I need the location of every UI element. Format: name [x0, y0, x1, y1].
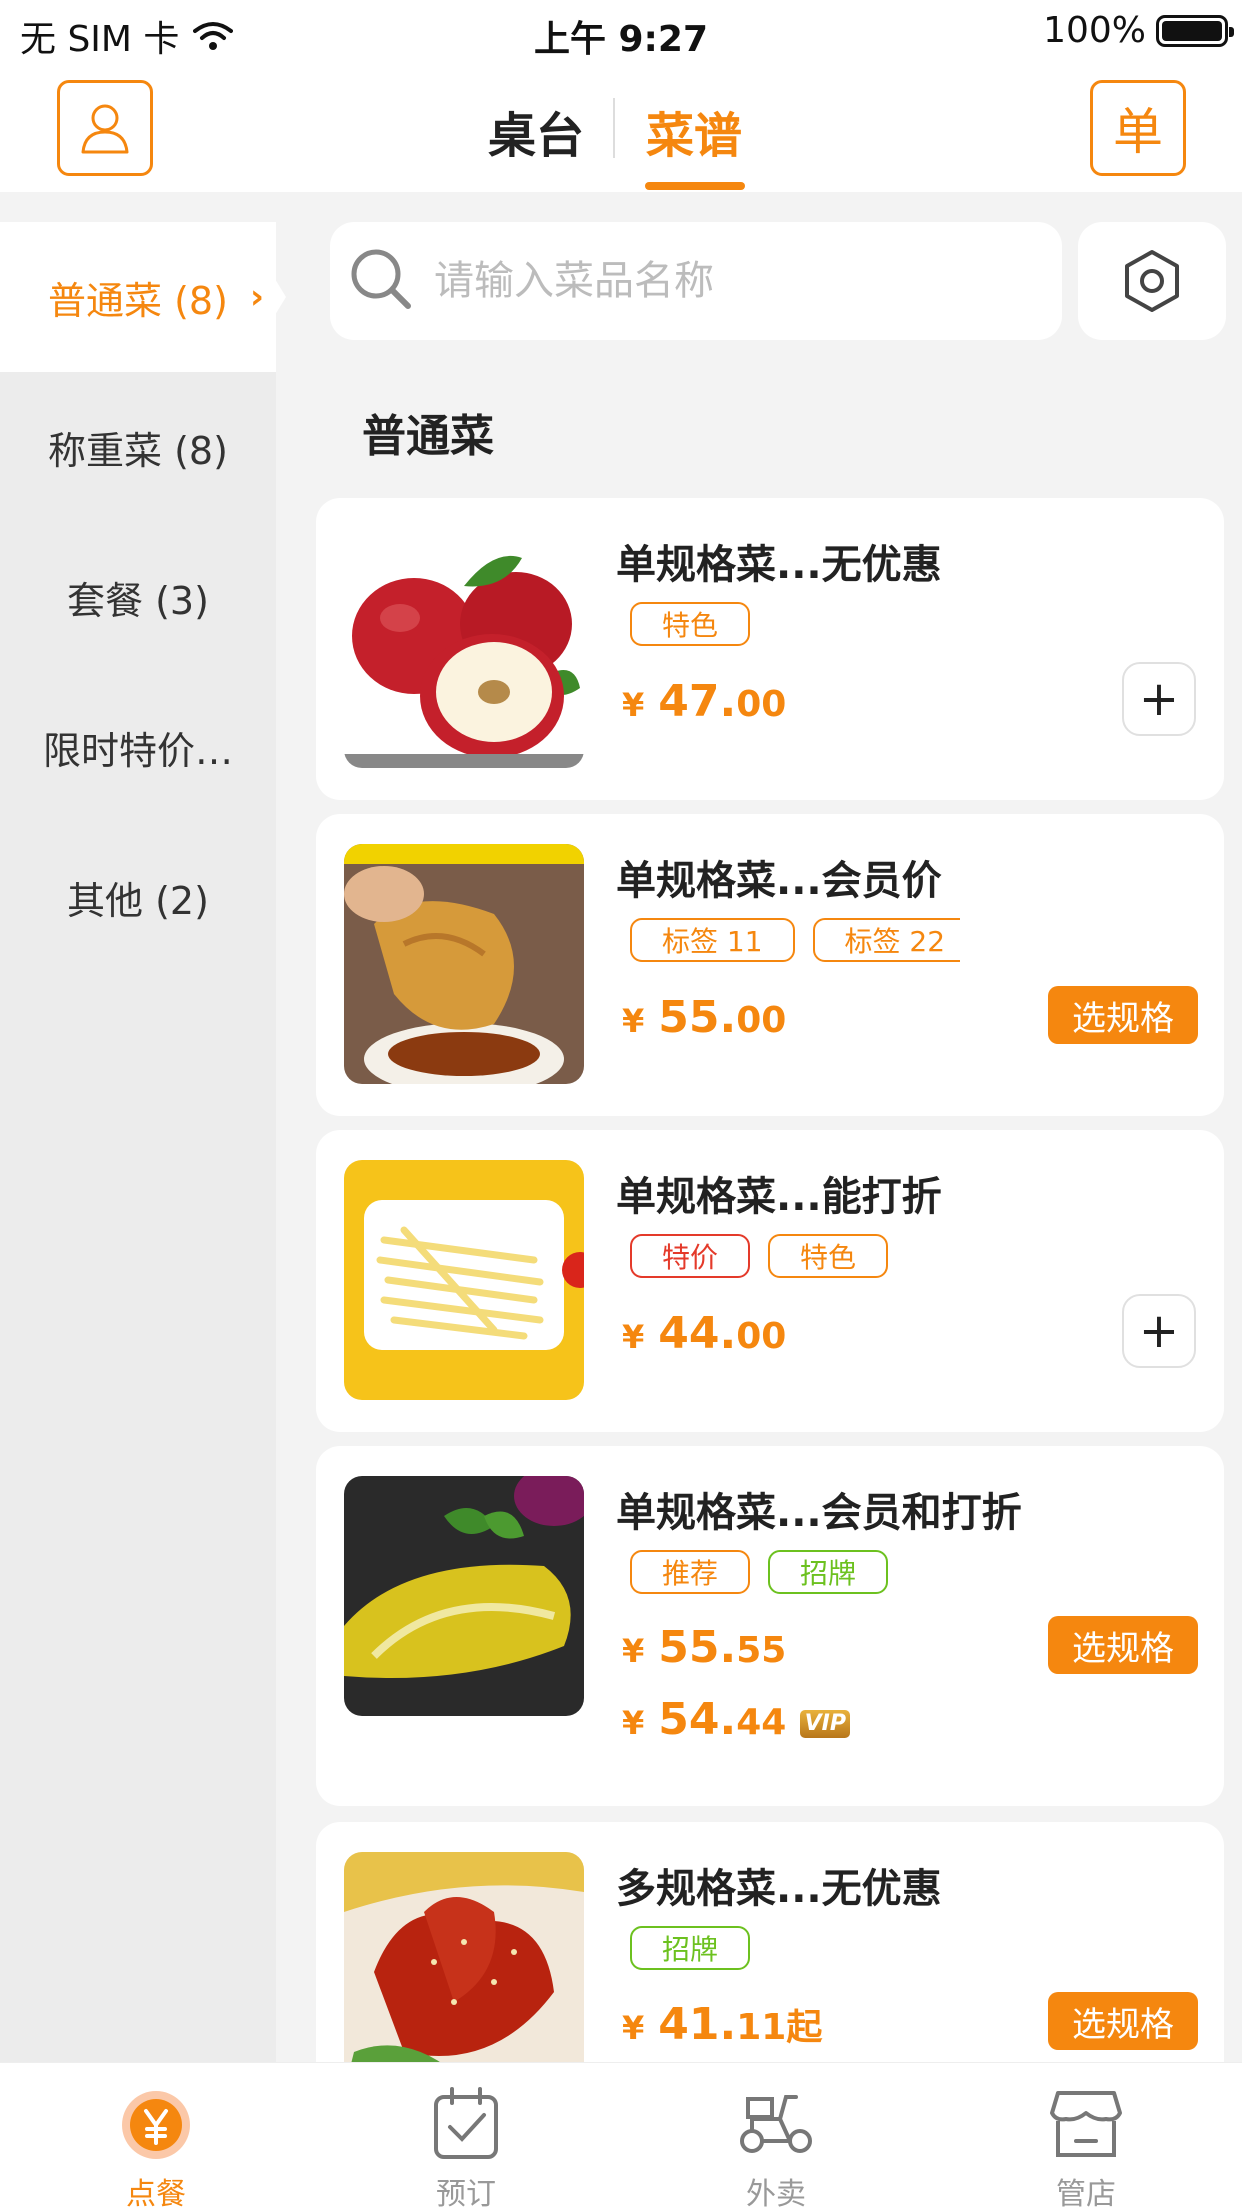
dish-tag: 标签 11	[630, 918, 795, 962]
tabbar-label: 管店	[1056, 2177, 1116, 2208]
tab-menu[interactable]: 菜谱	[646, 96, 742, 166]
select-spec-button[interactable]: 选规格	[1048, 1616, 1198, 1674]
yen-icon	[122, 2091, 190, 2159]
search-bar	[330, 222, 1062, 340]
top-nav: 桌台 菜谱 单	[0, 62, 1242, 192]
vip-badge-icon: VIP	[800, 1710, 851, 1738]
dish-price: ¥44.00	[622, 1308, 787, 1359]
category-item-other[interactable]: 其他 (2)	[0, 822, 276, 972]
tabbar-label: 预订	[436, 2177, 496, 2208]
dish-image-fries	[344, 1160, 584, 1400]
dish-tags: 特色	[630, 602, 960, 646]
category-item-set-meal[interactable]: 套餐 (3)	[0, 522, 276, 672]
dish-card[interactable]: 单规格菜...无优惠 特色 ¥47.00 +	[316, 498, 1224, 800]
dish-tags: 特价 特色	[630, 1234, 960, 1278]
tabbar-item-store[interactable]: 管店	[986, 2063, 1186, 2208]
dish-image-apples	[344, 528, 584, 768]
store-icon	[1050, 2091, 1122, 2157]
bottom-tab-bar: 点餐 预订 外卖 管店	[0, 2062, 1242, 2208]
dish-card[interactable]: 单规格菜...能打折 特价 特色 ¥44.00 +	[316, 1130, 1224, 1432]
category-label: 称重菜 (8)	[48, 428, 228, 473]
category-sidebar: 普通菜 (8) › 称重菜 (8) 套餐 (3) 限时特价… 其他 (2)	[0, 222, 286, 2062]
plus-icon: +	[1138, 671, 1180, 727]
dish-price: ¥41.11起	[622, 1999, 823, 2050]
dish-tag: 特价	[630, 1234, 751, 1278]
chevron-right-icon: ›	[249, 277, 264, 317]
battery-indicator: 100%	[1043, 10, 1234, 51]
dish-tag: 特色	[630, 602, 751, 646]
dish-price: ¥55.00	[622, 992, 787, 1043]
calendar-check-icon	[434, 2087, 498, 2159]
dish-image-chicken	[344, 1476, 584, 1716]
tab-divider	[613, 98, 615, 158]
add-dish-button[interactable]: +	[1122, 662, 1196, 736]
dish-tags: 标签 11 标签 22	[630, 918, 960, 962]
battery-icon	[1156, 14, 1234, 47]
tab-tables[interactable]: 桌台	[488, 96, 584, 166]
dish-image-fried-chicken	[344, 844, 584, 1084]
dish-name: 单规格菜...能打折	[616, 1174, 942, 1220]
dish-tag: 标签 22	[812, 918, 960, 962]
select-spec-button[interactable]: 选规格	[1048, 1992, 1198, 2050]
tabbar-item-takeout[interactable]: 外卖	[676, 2063, 876, 2208]
search-input[interactable]	[434, 242, 1034, 320]
dish-price: ¥55.55	[622, 1622, 787, 1673]
dish-name: 单规格菜...无优惠	[616, 542, 942, 588]
order-button[interactable]: 单	[1090, 80, 1186, 176]
tabbar-label: 点餐	[126, 2177, 186, 2208]
category-item-limited-offer[interactable]: 限时特价…	[0, 672, 276, 822]
dish-name: 多规格菜...无优惠	[616, 1866, 942, 1912]
category-label: 其他 (2)	[67, 878, 209, 923]
tabbar-label: 外卖	[746, 2177, 806, 2208]
category-item-regular[interactable]: 普通菜 (8) ›	[0, 222, 286, 372]
add-dish-button[interactable]: +	[1122, 1294, 1196, 1368]
plus-icon: +	[1138, 1303, 1180, 1359]
category-label: 限时特价…	[42, 728, 233, 773]
dish-name: 单规格菜...会员价	[616, 858, 942, 904]
dish-tags: 推荐 招牌	[630, 1550, 960, 1594]
dish-name: 单规格菜...会员和打折	[616, 1490, 1022, 1536]
dish-tag: 特色	[768, 1234, 889, 1278]
category-label: 套餐 (3)	[67, 578, 209, 623]
active-category-notch	[270, 222, 300, 372]
section-title: 普通菜	[362, 411, 494, 462]
tabbar-item-order[interactable]: 点餐	[56, 2063, 256, 2208]
dish-price: ¥47.00	[622, 676, 787, 727]
status-bar: 无 SIM 卡 上午 9:27 100%	[0, 0, 1242, 62]
dish-tag: 招牌	[630, 1926, 751, 1970]
settings-button[interactable]	[1078, 222, 1226, 340]
dish-tag: 推荐	[630, 1550, 751, 1594]
search-icon	[351, 249, 411, 309]
category-label: 普通菜 (8)	[48, 278, 228, 323]
member-price: ¥54.44 VIP	[622, 1694, 851, 1745]
dish-image-spicy-wings	[344, 1852, 584, 2092]
gear-icon	[1125, 250, 1179, 312]
dish-tag: 招牌	[768, 1550, 889, 1594]
dish-tags: 招牌	[630, 1926, 960, 1970]
select-spec-button[interactable]: 选规格	[1048, 986, 1198, 1044]
dish-card[interactable]: 单规格菜...会员和打折 推荐 招牌 ¥55.55 ¥54.44 VIP 选规格	[316, 1446, 1224, 1806]
category-item-weighed[interactable]: 称重菜 (8)	[0, 372, 276, 522]
active-tab-indicator	[645, 182, 745, 190]
app-screen: { "status_bar": {"carrier": "无 SIM 卡", "…	[0, 0, 1242, 2208]
scooter-icon	[740, 2095, 812, 2153]
dish-card[interactable]: 单规格菜...会员价 标签 11 标签 22 ¥55.00 选规格	[316, 814, 1224, 1116]
view-tabs: 桌台 菜谱	[0, 62, 1242, 192]
tabbar-item-reservation[interactable]: 预订	[366, 2063, 566, 2208]
battery-percent: 100%	[1043, 10, 1146, 51]
